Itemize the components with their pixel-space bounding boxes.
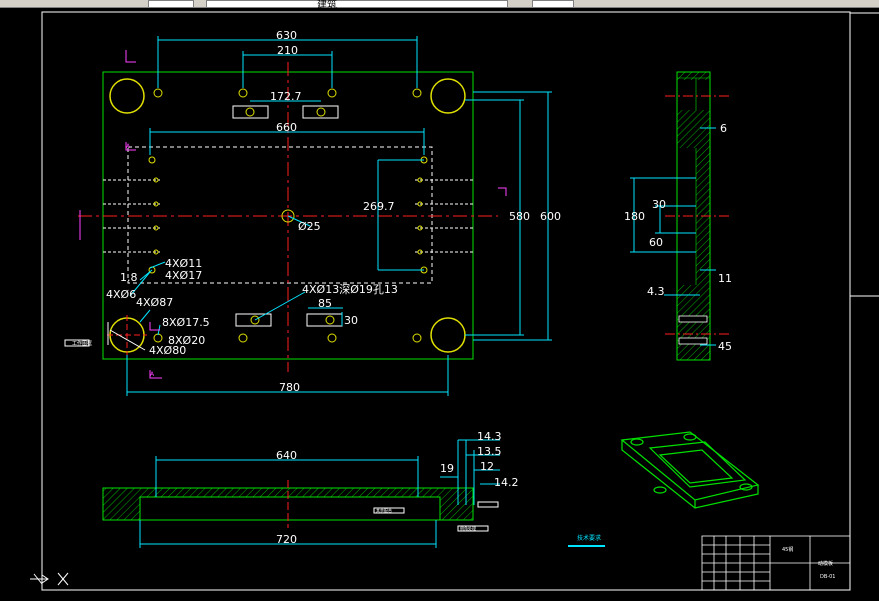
side-dim-4-3: 4.3 — [647, 285, 665, 298]
section-note-b: 倒角处理 — [460, 525, 476, 531]
style-dropdown[interactable]: 建筑 — [206, 0, 508, 11]
dim-660: 660 — [276, 121, 297, 134]
title-drawing-no: DB-01 — [820, 574, 835, 580]
dim-600: 600 — [540, 210, 561, 223]
plan-tag-left: 工作图框 — [72, 340, 92, 347]
section-view: 640 720 14.3 13.5 19 12 14.2 其余配合 倒角处理 — [102, 430, 519, 548]
dim-4x6: 4XØ6 — [106, 288, 136, 301]
side-dim-45: 45 — [718, 340, 732, 353]
side-dim-60: 60 — [649, 236, 663, 249]
title-name: 动模板 — [818, 560, 833, 567]
side-view: 6 180 30 60 11 4.3 45 — [624, 71, 732, 361]
dim-8x17-5: 8XØ17.5 — [162, 316, 210, 329]
side-dim-180: 180 — [624, 210, 645, 223]
side-dim-6: 6 — [720, 122, 727, 135]
section-dim-720: 720 — [276, 533, 297, 546]
dim-269-7: 269.7 — [363, 200, 395, 213]
dim-1-8: 1.8 — [120, 271, 138, 284]
side-dim-11: 11 — [718, 272, 732, 285]
dim-85: 85 — [318, 297, 332, 310]
cad-drawing: 工作图框 630 210 172.7 660 780 580 600 269.7… — [30, 11, 879, 591]
dim-4x87: 4XØ87 — [136, 296, 173, 309]
dim-30-slot: 30 — [344, 314, 358, 327]
section-dim-14-3: 14.3 — [477, 430, 502, 443]
plan-view: 工作图框 630 210 172.7 660 780 580 600 269.7… — [64, 29, 561, 396]
side-dim-30: 30 — [652, 198, 666, 211]
section-note-a: 其余配合 — [376, 507, 392, 513]
dim-780: 780 — [279, 381, 300, 394]
dim-4x17: 4XØ17 — [165, 269, 202, 282]
dim-4x13-slot: 4XØ13深Ø19孔13 — [302, 283, 398, 296]
dim-center-hole: Ø25 — [298, 220, 321, 233]
section-dim-13-5: 13.5 — [477, 445, 502, 458]
tech-note-label: 技术要求 — [577, 534, 601, 542]
section-dim-19: 19 — [440, 462, 454, 475]
drawing-canvas[interactable]: 工作图框 630 210 172.7 660 780 580 600 269.7… — [0, 8, 879, 597]
section-dim-640: 640 — [276, 449, 297, 462]
layer-dropdown[interactable] — [148, 0, 194, 8]
dim-580: 580 — [509, 210, 530, 223]
toolbar-strip: 建筑 — [0, 0, 879, 11]
section-mark-a-bottom: A — [150, 371, 155, 378]
lineweight-dropdown[interactable] — [532, 0, 574, 8]
dim-630: 630 — [276, 29, 297, 42]
dim-172-7: 172.7 — [270, 90, 302, 103]
dim-210: 210 — [277, 44, 298, 57]
isometric-view — [620, 431, 760, 509]
section-dim-14-2: 14.2 — [494, 476, 519, 489]
title-material: 45钢 — [782, 546, 793, 553]
section-dim-12: 12 — [480, 460, 494, 473]
ucs-icon — [30, 572, 69, 586]
dim-4x80: 4XØ80 — [149, 344, 186, 357]
